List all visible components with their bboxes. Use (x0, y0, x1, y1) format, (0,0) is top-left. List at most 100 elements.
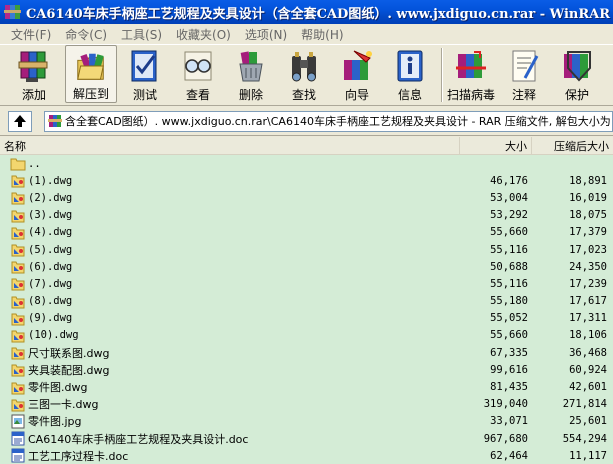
file-name-cell: 尺寸联系图.dwg (0, 344, 460, 361)
test-button[interactable]: 测试 (123, 45, 167, 103)
protect-label: 保护 (564, 88, 589, 102)
file-size: 50,688 (490, 260, 528, 273)
file-size: 55,180 (490, 295, 528, 308)
file-size: 55,660 (490, 329, 528, 342)
file-size: 55,660 (490, 226, 528, 239)
binoculars-find-icon (292, 52, 316, 82)
extract-to-button[interactable]: 解压到 (65, 45, 117, 103)
column-header-name[interactable]: 名称 (0, 137, 460, 155)
menu-commands[interactable]: 命令(C) (58, 26, 114, 43)
file-name: 夹具装配图.dwg (28, 363, 110, 377)
file-row[interactable]: (5).dwg 55,116 17,023 (0, 240, 613, 259)
file-name-cell: (3).dwg (0, 207, 460, 224)
file-size: 53,004 (490, 191, 528, 204)
dwg-file-icon (11, 278, 25, 291)
file-packed-size: 17,379 (569, 226, 607, 239)
file-row[interactable]: 零件图.dwg 81,435 42,601 (0, 378, 613, 396)
file-name-cell: (5).dwg (0, 241, 460, 258)
file-row[interactable]: 零件图.jpg 33,071 25,601 (0, 412, 613, 430)
file-row[interactable]: (2).dwg 53,004 16,019 (0, 189, 613, 207)
file-packed-size: 36,468 (569, 346, 607, 359)
file-row[interactable]: (8).dwg 55,180 17,617 (0, 292, 613, 310)
protect-icon (564, 51, 591, 82)
column-header-size[interactable]: 大小 (460, 137, 532, 155)
file-packed-size: 25,601 (569, 415, 607, 428)
winrar-app-icon (4, 5, 21, 19)
file-row[interactable]: CA6140车床手柄座工艺规程及夹具设计.doc 967,680 554,294 (0, 430, 613, 448)
glasses-view-icon (184, 51, 212, 81)
title-bar[interactable]: CA6140车床手柄座工艺规程及夹具设计（含全套CAD图纸）. www.jxdi… (0, 0, 613, 24)
view-label: 查看 (185, 88, 210, 102)
books-add-icon (18, 51, 48, 82)
file-packed-size: 42,601 (569, 381, 607, 394)
file-size: 99,616 (490, 363, 528, 376)
info-button[interactable]: 信息 (388, 45, 432, 103)
file-name-cell: 零件图.dwg (0, 378, 460, 395)
file-size: 67,335 (490, 346, 528, 359)
dwg-file-icon (11, 210, 25, 223)
file-name-cell: 零件图.jpg (0, 413, 460, 430)
file-row[interactable]: (6).dwg 50,688 24,350 (0, 258, 613, 276)
file-packed-size: 18,075 (569, 209, 607, 222)
doc-file-icon (11, 431, 25, 446)
file-name: 零件图.jpg (28, 415, 82, 429)
file-name-cell: CA6140车床手柄座工艺规程及夹具设计.doc (0, 430, 460, 447)
file-packed-size: 11,117 (569, 449, 607, 462)
find-button[interactable]: 查找 (282, 45, 326, 103)
file-packed-size: 17,239 (569, 277, 607, 290)
wizard-button[interactable]: 向导 (335, 45, 379, 103)
view-button[interactable]: 查看 (176, 45, 220, 103)
column-header-packed[interactable]: 压缩后大小 (532, 137, 613, 155)
folder-icon (10, 158, 26, 171)
file-name-cell: (1).dwg (0, 172, 460, 189)
file-size: 46,176 (490, 174, 528, 187)
file-row[interactable]: (1).dwg 46,176 18,891 (0, 172, 613, 190)
menu-options[interactable]: 选项(N) (238, 26, 294, 43)
file-size: 967,680 (483, 432, 528, 445)
menu-bar: 文件(F) 命令(C) 工具(S) 收藏夹(O) 选项(N) 帮助(H) (0, 24, 613, 44)
up-folder-button[interactable] (8, 110, 32, 132)
menu-help[interactable]: 帮助(H) (294, 26, 350, 43)
address-field[interactable]: 含全套CAD图纸）. www.jxdiguo.cn.rar\CA6140车床手柄… (44, 110, 613, 132)
file-row[interactable]: (7).dwg 55,116 17,239 (0, 275, 613, 293)
file-list[interactable]: 名称 大小 压缩后大小 .. (1).dwg 46,176 18,891 (2).dwg… (0, 137, 613, 464)
archive-icon (48, 115, 62, 127)
file-name: 工艺工序过程卡.doc (28, 449, 129, 463)
file-name-cell: (4).dwg (0, 224, 460, 241)
file-size: 319,040 (483, 398, 528, 411)
file-packed-size: 60,924 (569, 363, 607, 376)
file-packed-size: 18,891 (569, 174, 607, 187)
file-size: 81,435 (490, 381, 528, 394)
dwg-file-icon (11, 313, 25, 326)
file-row[interactable]: (10).dwg 55,660 18,106 (0, 326, 613, 345)
file-row[interactable]: 工艺工序过程卡.doc 62,464 11,117 (0, 447, 613, 464)
file-packed-size: 18,106 (569, 329, 607, 342)
folder-extract-icon (77, 53, 104, 80)
file-row[interactable]: (9).dwg 55,052 17,311 (0, 309, 613, 327)
comment-button[interactable]: 注释 (502, 45, 546, 103)
file-packed-size: 17,311 (569, 312, 607, 325)
file-row[interactable]: 三图一卡.dwg 319,040 271,814 (0, 395, 613, 413)
dwg-file-icon (11, 364, 25, 377)
dwg-file-icon (11, 330, 25, 343)
image-file-icon (11, 414, 25, 429)
dwg-file-icon (11, 244, 25, 257)
virus-scan-button[interactable]: 扫描病毒 (447, 45, 495, 103)
file-row[interactable]: (4).dwg 55,660 17,379 (0, 223, 613, 241)
file-name: (1).dwg (28, 174, 73, 187)
menu-tools[interactable]: 工具(S) (114, 26, 169, 43)
file-row[interactable]: 夹具装配图.dwg 99,616 60,924 (0, 361, 613, 379)
menu-file[interactable]: 文件(F) (4, 26, 58, 43)
file-row[interactable]: (3).dwg 53,292 18,075 (0, 206, 613, 224)
protect-button[interactable]: 保护 (555, 45, 599, 103)
add-button[interactable]: 添加 (12, 45, 56, 103)
file-name-cell: (6).dwg (0, 258, 460, 275)
window-title: CA6140车床手柄座工艺规程及夹具设计（含全套CAD图纸）. www.jxdi… (26, 6, 611, 22)
file-row[interactable]: .. (0, 155, 613, 173)
file-name: (2).dwg (28, 191, 73, 204)
file-row[interactable]: 尺寸联系图.dwg 67,335 36,468 (0, 344, 613, 362)
menu-favorites[interactable]: 收藏夹(O) (169, 26, 238, 43)
delete-button[interactable]: 删除 (229, 45, 273, 103)
dwg-file-icon (11, 227, 25, 240)
file-name: (6).dwg (28, 260, 73, 273)
